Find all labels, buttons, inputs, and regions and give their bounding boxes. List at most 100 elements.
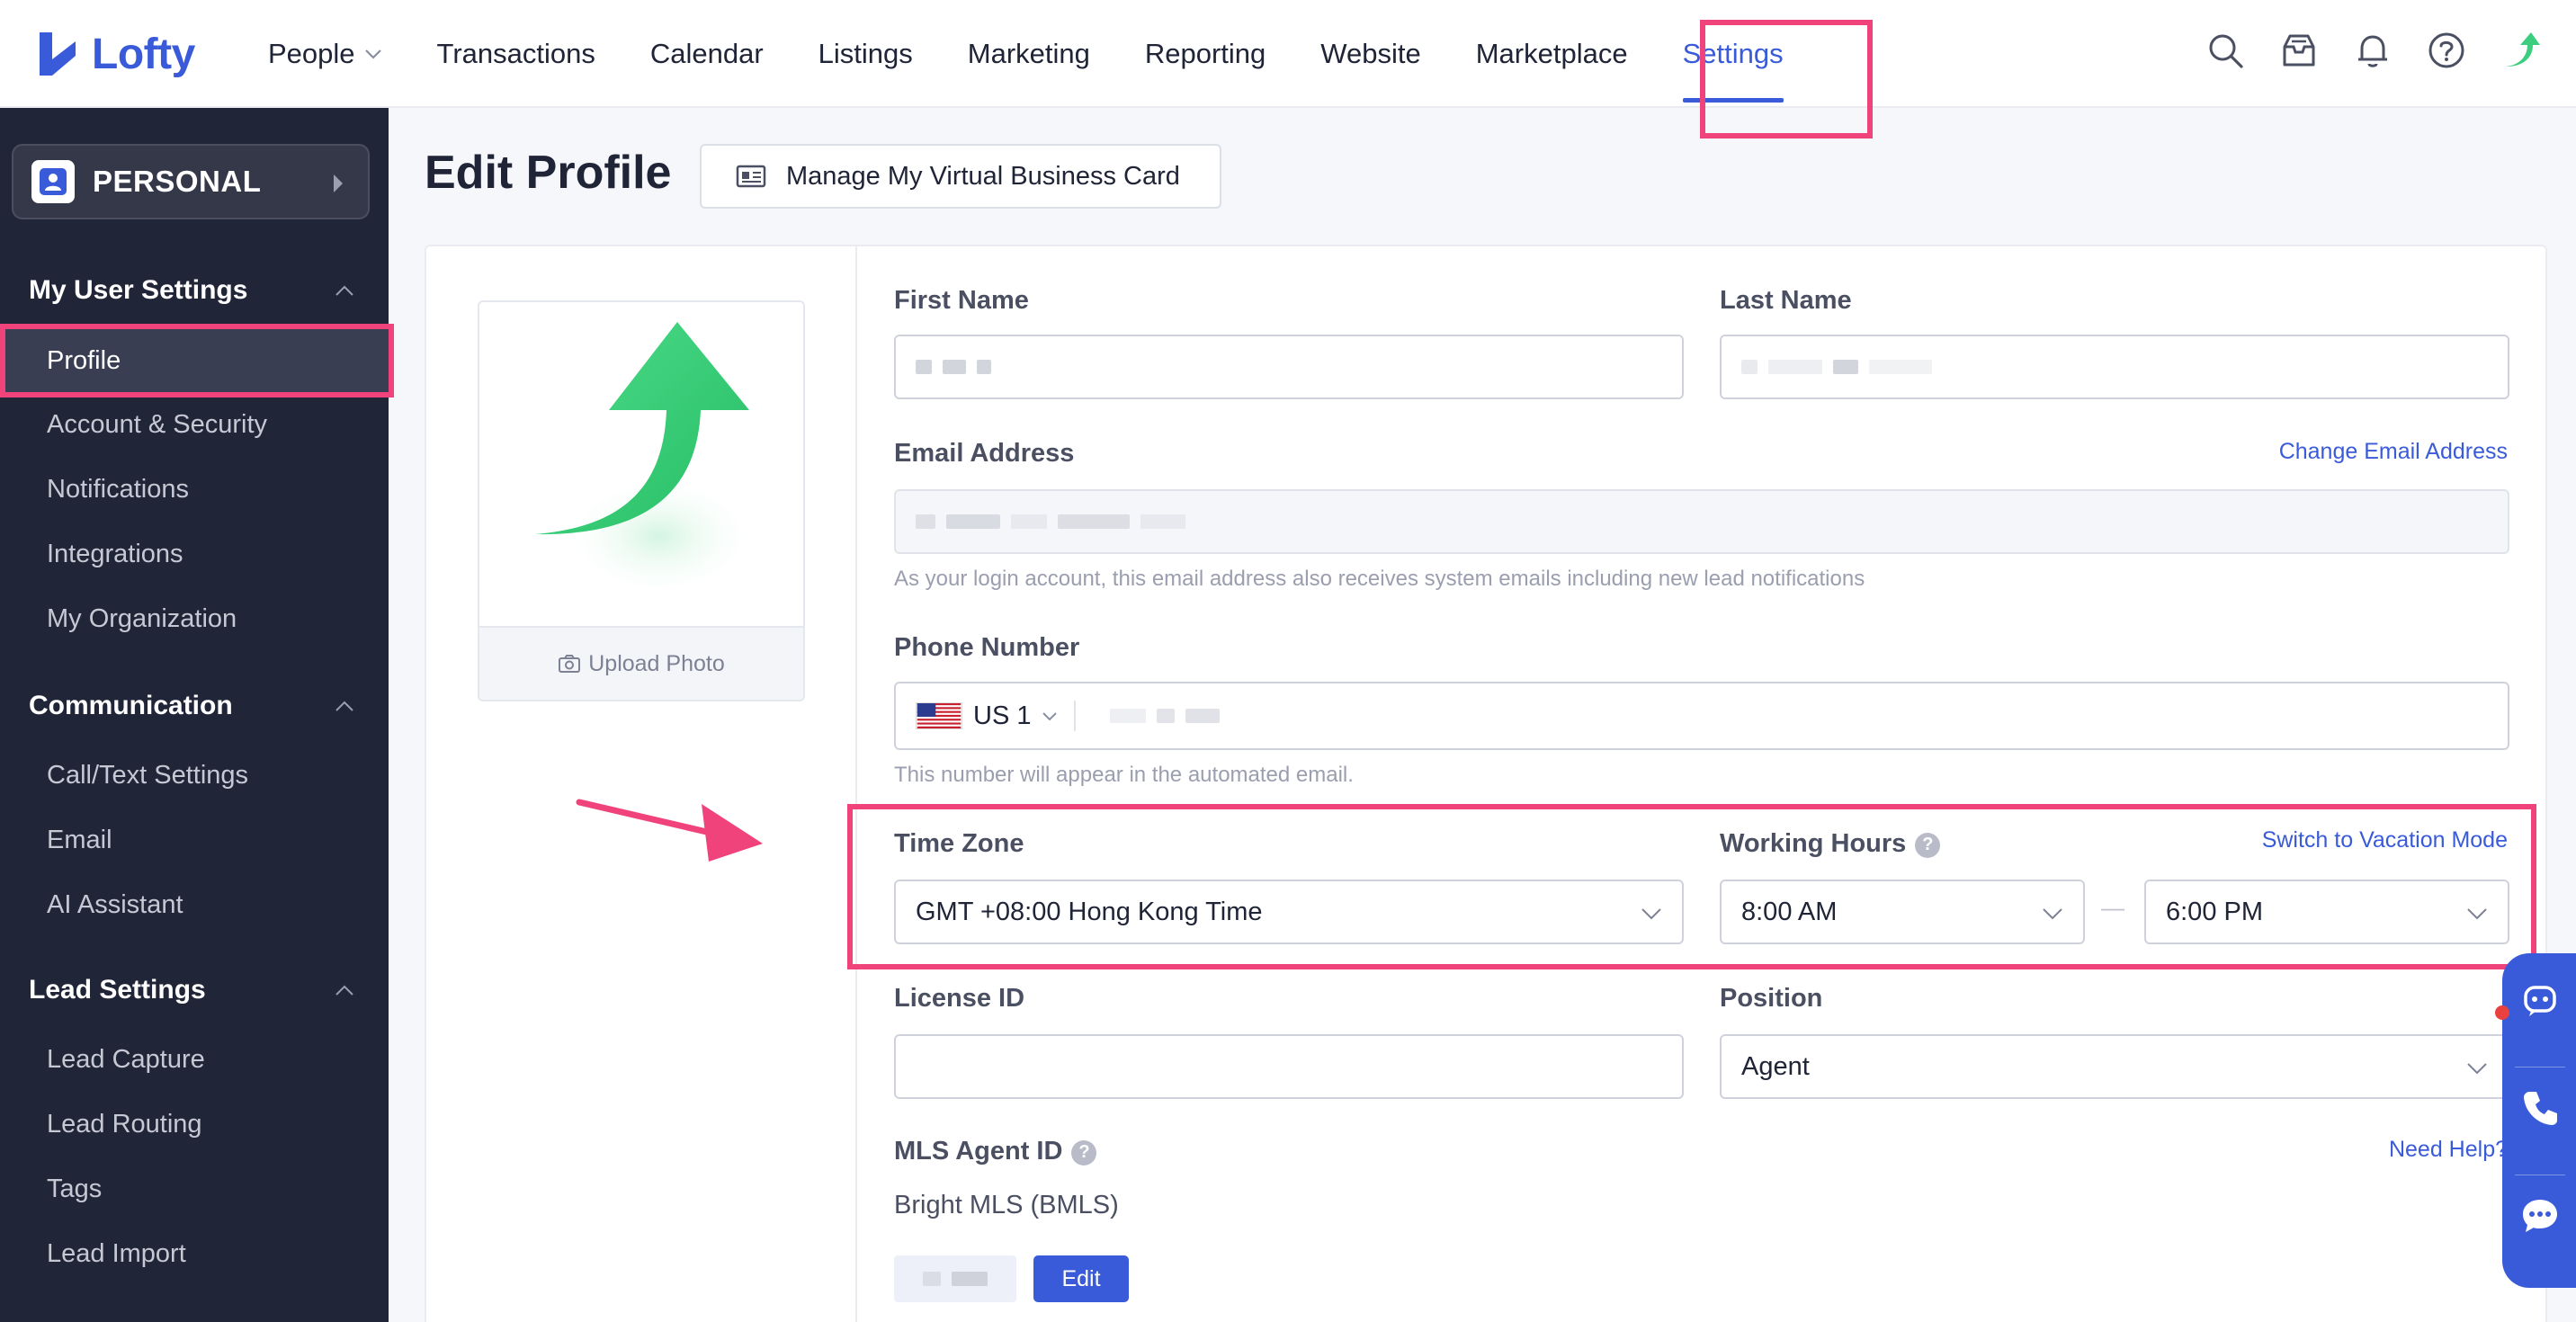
notification-dot: [2495, 1005, 2509, 1020]
phone-label: Phone Number: [894, 633, 1080, 662]
lofty-logo-text: Lofty: [92, 30, 195, 78]
page-title: Edit Profile: [425, 147, 672, 199]
last-name-input[interactable]: [1720, 335, 2509, 399]
working-hours-start-value: 8:00 AM: [1741, 897, 1838, 926]
nav-marketing[interactable]: Marketing: [968, 38, 1090, 70]
working-hours-label-text: Working Hours: [1720, 829, 1907, 858]
working-hours-end-select[interactable]: 6:00 PM: [2144, 880, 2509, 944]
chat-bot-icon[interactable]: [2520, 980, 2560, 1020]
first-name-label: First Name: [894, 286, 1029, 315]
license-id-label: License ID: [894, 984, 1025, 1013]
account-type-label: PERSONAL: [93, 165, 262, 198]
mls-board-name: Bright MLS (BMLS): [894, 1191, 1119, 1219]
sidebar-item-my-organization[interactable]: My Organization: [47, 604, 237, 634]
nav-people-label: People: [268, 38, 355, 69]
main-nav: People Transactions Calendar Listings Ma…: [268, 0, 1784, 108]
position-label: Position: [1720, 984, 1823, 1013]
section-my-user-settings[interactable]: My User Settings: [29, 275, 247, 306]
camera-icon: [559, 655, 581, 673]
inbox-icon[interactable]: [2279, 31, 2319, 70]
sidebar: PERSONAL My User Settings Profile Accoun…: [0, 108, 394, 1322]
chevron-down-icon: [1042, 711, 1058, 720]
top-navigation-bar: Lofty People Transactions Calendar Listi…: [0, 0, 2576, 108]
manage-virtual-business-card-button[interactable]: Manage My Virtual Business Card: [700, 144, 1221, 209]
nav-reporting[interactable]: Reporting: [1145, 38, 1266, 70]
sidebar-item-account-security[interactable]: Account & Security: [47, 410, 267, 440]
position-select[interactable]: Agent: [1720, 1034, 2509, 1099]
sidebar-item-ai-assistant[interactable]: AI Assistant: [47, 890, 183, 920]
sidebar-item-lead-import[interactable]: Lead Import: [47, 1239, 186, 1269]
last-name-label: Last Name: [1720, 286, 1852, 315]
time-zone-value: GMT +08:00 Hong Kong Time: [916, 897, 1263, 926]
settings-highlight-box: [1700, 20, 1873, 138]
chevron-down-icon: [2467, 1063, 2487, 1075]
phone-field[interactable]: US 1: [894, 682, 2509, 750]
sidebar-item-profile[interactable]: Profile: [0, 324, 394, 397]
chevron-down-icon: [364, 49, 381, 59]
nav-website[interactable]: Website: [1320, 38, 1420, 70]
license-id-input[interactable]: [894, 1034, 1684, 1099]
card-divider: [855, 246, 857, 1322]
chevron-down-icon: [2467, 908, 2487, 920]
nav-listings[interactable]: Listings: [818, 38, 913, 70]
change-email-link[interactable]: Change Email Address: [2279, 439, 2508, 465]
help-icon[interactable]: ?: [1071, 1139, 1097, 1166]
sidebar-item-tags[interactable]: Tags: [47, 1175, 102, 1204]
message-icon[interactable]: [2520, 1196, 2560, 1236]
sidebar-item-notifications[interactable]: Notifications: [47, 475, 189, 505]
need-help-link[interactable]: Need Help?: [2389, 1137, 2508, 1163]
first-name-input[interactable]: [894, 335, 1684, 399]
top-icon-group: [2205, 31, 2540, 70]
upload-photo-label: Upload Photo: [588, 650, 725, 676]
email-label: Email Address: [894, 439, 1075, 468]
annotation-arrow-icon: [576, 799, 763, 862]
country-code-select[interactable]: US 1: [916, 701, 1077, 731]
phone-icon[interactable]: [2520, 1088, 2560, 1128]
section-lead-settings[interactable]: Lead Settings: [29, 975, 206, 1005]
id-card-icon: [736, 165, 766, 188]
profile-avatar-image: [535, 322, 758, 599]
time-zone-label: Time Zone: [894, 829, 1024, 858]
country-code-value: US 1: [973, 701, 1032, 730]
chevron-up-icon[interactable]: [335, 984, 354, 996]
switch-vacation-mode-link[interactable]: Switch to Vacation Mode: [2262, 827, 2508, 853]
lofty-logo[interactable]: Lofty: [36, 27, 195, 81]
sidebar-item-call-text-settings[interactable]: Call/Text Settings: [47, 761, 248, 791]
sidebar-item-integrations[interactable]: Integrations: [47, 540, 183, 569]
caret-right-icon: [334, 174, 343, 192]
section-communication[interactable]: Communication: [29, 691, 233, 721]
sidebar-item-lead-capture[interactable]: Lead Capture: [47, 1045, 205, 1075]
sidebar-item-email[interactable]: Email: [47, 826, 112, 855]
account-switcher[interactable]: PERSONAL: [12, 144, 370, 219]
time-zone-select[interactable]: GMT +08:00 Hong Kong Time: [894, 880, 1684, 944]
help-icon[interactable]: [2427, 31, 2466, 70]
nav-calendar[interactable]: Calendar: [650, 38, 764, 70]
sidebar-item-lead-routing[interactable]: Lead Routing: [47, 1110, 202, 1139]
nav-marketplace[interactable]: Marketplace: [1476, 38, 1628, 70]
chevron-down-icon: [2043, 908, 2062, 920]
chevron-up-icon[interactable]: [335, 284, 354, 297]
working-hours-label: Working Hours?: [1720, 829, 1941, 859]
position-value: Agent: [1741, 1051, 1810, 1081]
working-hours-start-select[interactable]: 8:00 AM: [1720, 880, 2085, 944]
chevron-down-icon: [1641, 908, 1661, 920]
nav-people[interactable]: People: [268, 38, 382, 70]
upload-photo-button[interactable]: Upload Photo: [479, 626, 803, 700]
avatar[interactable]: [2500, 31, 2540, 70]
phone-hint: This number will appear in the automated…: [894, 763, 1354, 787]
search-icon[interactable]: [2205, 31, 2245, 70]
profile-photo[interactable]: Upload Photo: [478, 300, 805, 701]
nav-transactions[interactable]: Transactions: [437, 38, 595, 70]
working-hours-end-value: 6:00 PM: [2166, 897, 2263, 926]
us-flag-icon: [916, 702, 962, 729]
email-field: [894, 489, 2509, 554]
floating-support-bar: [2502, 953, 2576, 1288]
user-icon: [31, 160, 75, 203]
mls-edit-button[interactable]: Edit: [1033, 1255, 1129, 1302]
email-hint: As your login account, this email addres…: [894, 567, 1865, 591]
chevron-up-icon[interactable]: [335, 700, 354, 712]
lofty-logo-icon: [40, 32, 76, 76]
bell-icon[interactable]: [2353, 31, 2393, 70]
help-icon[interactable]: ?: [1915, 832, 1941, 858]
mls-agent-id-value: [894, 1255, 1016, 1302]
